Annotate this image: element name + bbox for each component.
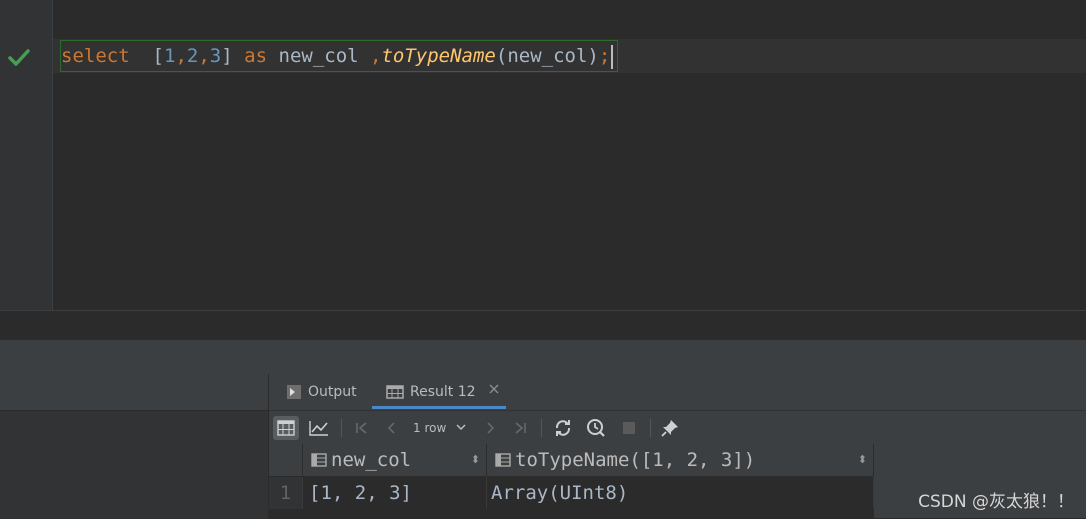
rows-count-label: 1 row — [413, 421, 447, 435]
clock-icon — [587, 419, 605, 437]
services-panel-header — [0, 340, 1086, 374]
comma: , — [175, 45, 187, 67]
refresh-button[interactable] — [550, 416, 576, 440]
pin-tab-button[interactable] — [657, 416, 683, 440]
grid-icon — [277, 420, 295, 436]
history-button[interactable] — [583, 416, 609, 440]
tab-output-label: Output — [308, 384, 357, 400]
column-header-label: new_col — [331, 449, 412, 471]
stop-button[interactable] — [616, 416, 642, 440]
next-page-button[interactable] — [477, 416, 503, 440]
services-tree-panel — [0, 374, 269, 519]
table-cell[interactable]: Array(UInt8) — [487, 477, 874, 509]
column-header-new-col[interactable]: new_col ⬍ — [303, 444, 487, 476]
output-console-icon — [287, 385, 301, 399]
table-view-button[interactable] — [273, 416, 299, 440]
bracket: ] — [221, 45, 233, 67]
function-name: toTypeName — [381, 45, 496, 67]
result-grid: new_col ⬍ toTypeName([1, 2, 3]) ⬍ 1 [1, … — [269, 444, 874, 518]
text-caret — [611, 44, 614, 69]
comma: , — [198, 45, 210, 67]
number: 2 — [186, 45, 199, 67]
keyword-as: as — [244, 45, 268, 67]
number: 3 — [209, 45, 222, 67]
first-page-icon — [356, 422, 367, 434]
sort-icon[interactable]: ⬍ — [471, 444, 480, 476]
comma: , — [370, 45, 382, 67]
close-icon[interactable] — [488, 383, 500, 395]
bracket: [ — [152, 45, 164, 67]
row-number: 1 — [269, 477, 303, 509]
watermark: CSDN @灰太狼！！ — [918, 492, 1074, 512]
previous-page-button[interactable] — [379, 416, 405, 440]
editor-splitter[interactable] — [0, 310, 1086, 341]
first-page-button[interactable] — [349, 416, 375, 440]
results-toolbar: 1 row — [269, 410, 1086, 445]
pin-icon — [661, 420, 678, 437]
chart-view-button[interactable] — [306, 416, 332, 440]
tab-result-label: Result 12 — [410, 384, 476, 400]
chevron-down-icon — [456, 424, 466, 431]
last-page-button[interactable] — [507, 416, 533, 440]
row-number-header — [269, 444, 303, 476]
column-header-label: toTypeName([1, 2, 3]) — [515, 449, 756, 471]
sort-icon[interactable]: ⬍ — [858, 444, 867, 476]
column-header-totypename[interactable]: toTypeName([1, 2, 3]) ⬍ — [487, 444, 874, 476]
active-tab-indicator — [372, 406, 506, 409]
column-icon — [311, 453, 327, 467]
line-chart-icon — [309, 421, 328, 436]
alias-identifier: new_col — [278, 45, 359, 67]
tab-result-12[interactable]: Result 12 — [386, 376, 500, 408]
check-icon — [8, 46, 30, 68]
sql-statement[interactable]: select [1,2,3] as new_col ,toTypeName(ne… — [60, 40, 619, 72]
number: 1 — [163, 45, 176, 67]
column-icon — [495, 453, 511, 467]
last-page-icon — [515, 422, 526, 434]
table-icon — [386, 385, 404, 399]
rows-count-dropdown[interactable]: 1 row — [413, 411, 467, 445]
refresh-icon — [555, 420, 571, 436]
semicolon: ; — [598, 45, 611, 67]
keyword-select: select — [61, 45, 130, 67]
stop-icon — [623, 422, 635, 434]
chevron-right-icon — [487, 422, 495, 434]
table-cell[interactable]: [1, 2, 3] — [303, 477, 487, 509]
function-args: (new_col) — [495, 45, 599, 67]
tab-output[interactable]: Output — [286, 376, 357, 408]
chevron-left-icon — [387, 422, 395, 434]
